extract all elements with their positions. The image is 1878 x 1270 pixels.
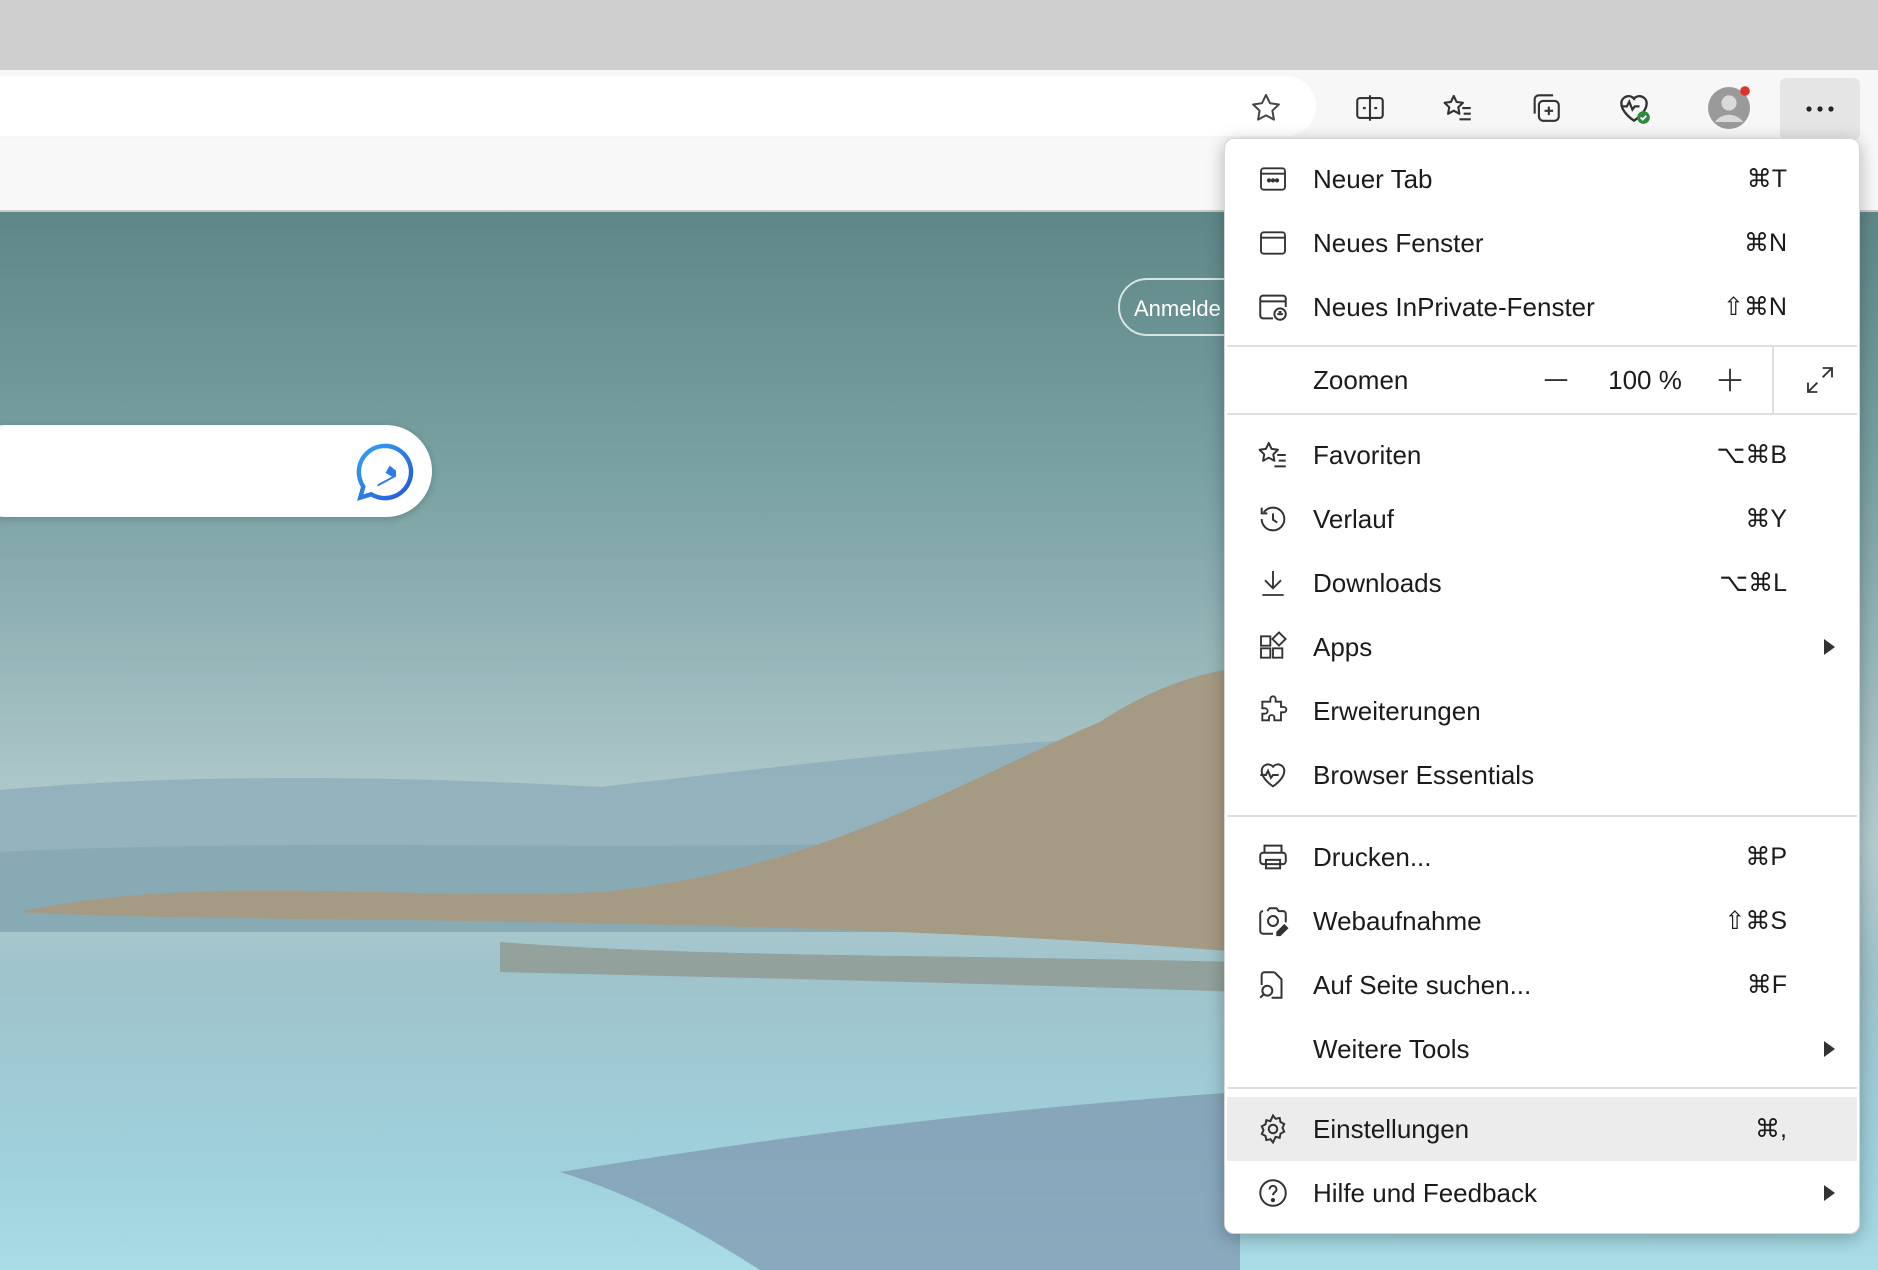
menu-item-label: Erweiterungen	[1313, 695, 1481, 726]
menu-item-favorites[interactable]: Favoriten ⌥⌘B	[1227, 423, 1857, 487]
menu-item-label: Neues Fenster	[1313, 227, 1484, 258]
menu-item-web-capture[interactable]: Webaufnahme ⇧⌘S	[1227, 889, 1857, 953]
menu-item-apps[interactable]: Apps	[1227, 615, 1857, 679]
more-options-icon	[1806, 106, 1834, 112]
menu-item-label: Webaufnahme	[1313, 905, 1482, 936]
menu-divider	[1227, 1087, 1857, 1089]
apps-icon	[1255, 629, 1291, 665]
favorites-icon	[1255, 437, 1291, 473]
menu-item-shortcut: ⇧⌘S	[1724, 907, 1787, 935]
menu-item-help-feedback[interactable]: Hilfe und Feedback	[1227, 1161, 1857, 1225]
menu-item-history[interactable]: Verlauf ⌘Y	[1227, 487, 1857, 551]
menu-item-label: Auf Seite suchen...	[1313, 969, 1532, 1000]
fullscreen-button[interactable]	[1797, 357, 1843, 403]
menu-item-shortcut: ⌘T	[1746, 165, 1787, 193]
bing-chat-icon[interactable]	[352, 439, 418, 505]
menu-item-label: Neues InPrivate-Fenster	[1313, 291, 1595, 322]
menu-item-label: Verlauf	[1313, 503, 1394, 534]
heart-pulse-icon	[1255, 757, 1291, 793]
printer-icon	[1255, 839, 1291, 875]
zoom-divider	[1772, 347, 1774, 413]
menu-item-find-on-page[interactable]: Auf Seite suchen... ⌘F	[1227, 953, 1857, 1017]
gear-icon	[1255, 1111, 1291, 1147]
submenu-arrow-icon	[1824, 639, 1835, 655]
menu-item-new-inprivate-window[interactable]: Neues InPrivate-Fenster ⇧⌘N	[1227, 275, 1857, 339]
menu-item-shortcut: ⌘Y	[1745, 505, 1787, 533]
submenu-arrow-icon	[1824, 1185, 1835, 1201]
menu-item-shortcut: ⌘F	[1746, 971, 1787, 999]
menu-item-new-window[interactable]: Neues Fenster ⌘N	[1227, 211, 1857, 275]
zoom-out-button[interactable]	[1533, 357, 1579, 403]
new-tab-icon	[1255, 161, 1291, 197]
menu-item-new-tab[interactable]: Neuer Tab ⌘T	[1227, 147, 1857, 211]
collections-icon[interactable]	[1522, 84, 1570, 132]
menu-item-shortcut: ⌘,	[1755, 1115, 1787, 1143]
menu-item-label: Weitere Tools	[1313, 1033, 1470, 1064]
menu-item-label: Einstellungen	[1313, 1113, 1470, 1144]
help-icon	[1255, 1175, 1291, 1211]
split-screen-icon[interactable]	[1346, 84, 1394, 132]
extensions-icon	[1255, 693, 1291, 729]
browser-essentials-icon[interactable]	[1610, 84, 1658, 132]
menu-item-label: Browser Essentials	[1313, 759, 1535, 790]
inprivate-window-icon	[1255, 289, 1291, 325]
menu-item-shortcut: ⌘P	[1745, 843, 1787, 871]
minus-icon	[1544, 379, 1568, 381]
settings-and-more-menu: Neuer Tab ⌘T Neues Fenster ⌘N Neues InPr…	[1224, 138, 1860, 1234]
address-bar[interactable]	[0, 76, 1316, 136]
web-capture-icon	[1255, 903, 1291, 939]
menu-item-label: Downloads	[1313, 567, 1442, 598]
zoom-row: Zoomen 100 %	[1227, 347, 1857, 413]
zoom-label: Zoomen	[1313, 365, 1409, 395]
menu-item-label: Favoriten	[1313, 439, 1422, 470]
menu-item-print[interactable]: Drucken... ⌘P	[1227, 825, 1857, 889]
menu-item-settings[interactable]: Einstellungen ⌘,	[1227, 1097, 1857, 1161]
tab-strip	[0, 0, 1878, 71]
download-icon	[1255, 565, 1291, 601]
menu-item-label: Neuer Tab	[1313, 163, 1433, 194]
menu-item-shortcut: ⌥⌘L	[1719, 569, 1787, 597]
menu-item-label: Hilfe und Feedback	[1313, 1177, 1538, 1208]
menu-item-shortcut: ⌥⌘B	[1716, 441, 1787, 469]
zoom-in-button[interactable]	[1707, 357, 1753, 403]
menu-item-browser-essentials[interactable]: Browser Essentials	[1227, 743, 1857, 807]
menu-item-label: Drucken...	[1313, 841, 1432, 872]
zoom-value: 100 %	[1608, 365, 1682, 395]
menu-item-shortcut: ⌘N	[1743, 229, 1787, 257]
new-window-icon	[1255, 225, 1291, 261]
menu-item-downloads[interactable]: Downloads ⌥⌘L	[1227, 551, 1857, 615]
menu-item-shortcut: ⇧⌘N	[1722, 293, 1787, 321]
plus-icon	[1718, 368, 1742, 392]
menu-item-extensions[interactable]: Erweiterungen	[1227, 679, 1857, 743]
submenu-arrow-icon	[1824, 1041, 1835, 1057]
menu-item-label: Apps	[1313, 631, 1373, 662]
history-icon	[1255, 501, 1291, 537]
menu-divider	[1227, 815, 1857, 817]
find-on-page-icon	[1255, 967, 1291, 1003]
favorites-icon[interactable]	[1434, 84, 1482, 132]
more-options-button[interactable]	[1780, 78, 1860, 140]
fullscreen-icon	[1807, 367, 1833, 393]
profile-avatar-icon[interactable]	[1702, 84, 1756, 132]
add-favorite-star-icon[interactable]	[1242, 84, 1290, 132]
menu-divider	[1227, 413, 1857, 415]
menu-item-more-tools[interactable]: Weitere Tools	[1227, 1017, 1857, 1081]
